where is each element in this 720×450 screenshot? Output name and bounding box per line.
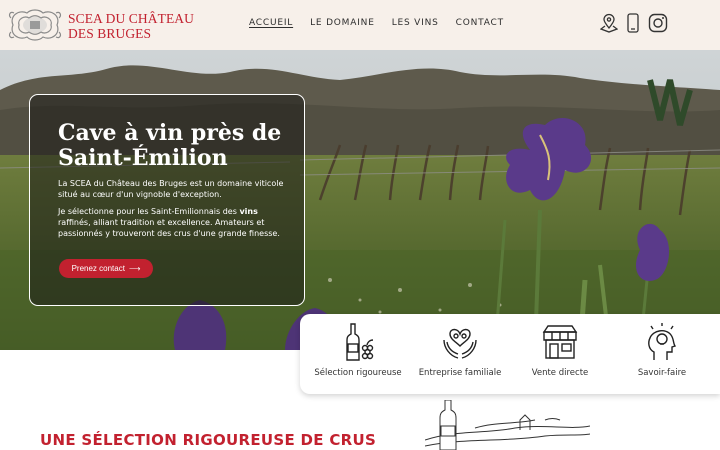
brand-line-2: DES BRUGES	[68, 26, 152, 41]
nav-accueil[interactable]: ACCUEIL	[249, 18, 293, 28]
section-title: UNE SÉLECTION RIGOUREUSE DE CRUS	[40, 431, 377, 449]
feature-selection: Sélection rigoureuse	[308, 322, 408, 378]
family-hands-icon	[443, 328, 477, 359]
shop-icon	[542, 325, 578, 359]
hero-title: Cave à vin près de Saint-Émilion	[58, 120, 282, 171]
features-panel: Sélection rigoureuse Entreprise familial…	[300, 314, 720, 394]
hero-intro-text: La SCEA du Château des Bruges est un dom…	[58, 179, 284, 199]
hero-description-text: Je sélectionne pour les Saint-Emilionnai…	[58, 206, 290, 239]
nav-le-domaine[interactable]: LE DOMAINE	[310, 18, 375, 28]
nav-contact[interactable]: CONTACT	[456, 18, 504, 28]
wine-bottle-icon	[346, 323, 374, 361]
nav-les-vins[interactable]: LES VINS	[392, 18, 439, 28]
feature-family-label: Entreprise familiale	[418, 368, 502, 378]
chateau-logo[interactable]	[7, 6, 63, 44]
idea-head-icon	[648, 323, 677, 360]
feature-direct-sale-label: Vente directe	[531, 368, 589, 378]
contact-cta-label: Prenez contact	[71, 264, 125, 273]
feature-savoir-faire: Savoir-faire	[612, 322, 712, 378]
feature-selection-label: Sélection rigoureuse	[314, 368, 402, 378]
phone-icon[interactable]	[624, 13, 642, 33]
instagram-icon[interactable]	[648, 13, 668, 33]
page: SCEA DU CHÂTEAU DES BRUGES ACCUEIL LE DO…	[0, 0, 720, 450]
header-icons	[599, 13, 668, 33]
site-header: SCEA DU CHÂTEAU DES BRUGES ACCUEIL LE DO…	[0, 0, 720, 50]
hero-description-part-1: Je sélectionne pour les Saint-Emilionnai…	[58, 207, 240, 216]
contact-cta-button[interactable]: Prenez contact ⟶	[59, 259, 153, 278]
feature-family: Entreprise familiale	[410, 322, 510, 378]
brand-name[interactable]: SCEA DU CHÂTEAU DES BRUGES	[68, 11, 194, 41]
main-nav: ACCUEIL LE DOMAINE LES VINS CONTACT	[249, 18, 521, 28]
hero-description-part-2: raffinés, alliant tradition et excellenc…	[58, 218, 280, 238]
feature-direct-sale: Vente directe	[510, 322, 610, 378]
map-pin-icon[interactable]	[599, 13, 619, 33]
vineyard-sketch-illustration	[425, 400, 590, 450]
hero-description-bold: vins	[239, 207, 258, 216]
brand-line-1: SCEA DU CHÂTEAU	[68, 11, 195, 26]
arrow-right-icon: ⟶	[128, 264, 141, 273]
feature-savoir-faire-label: Savoir-faire	[637, 368, 687, 378]
